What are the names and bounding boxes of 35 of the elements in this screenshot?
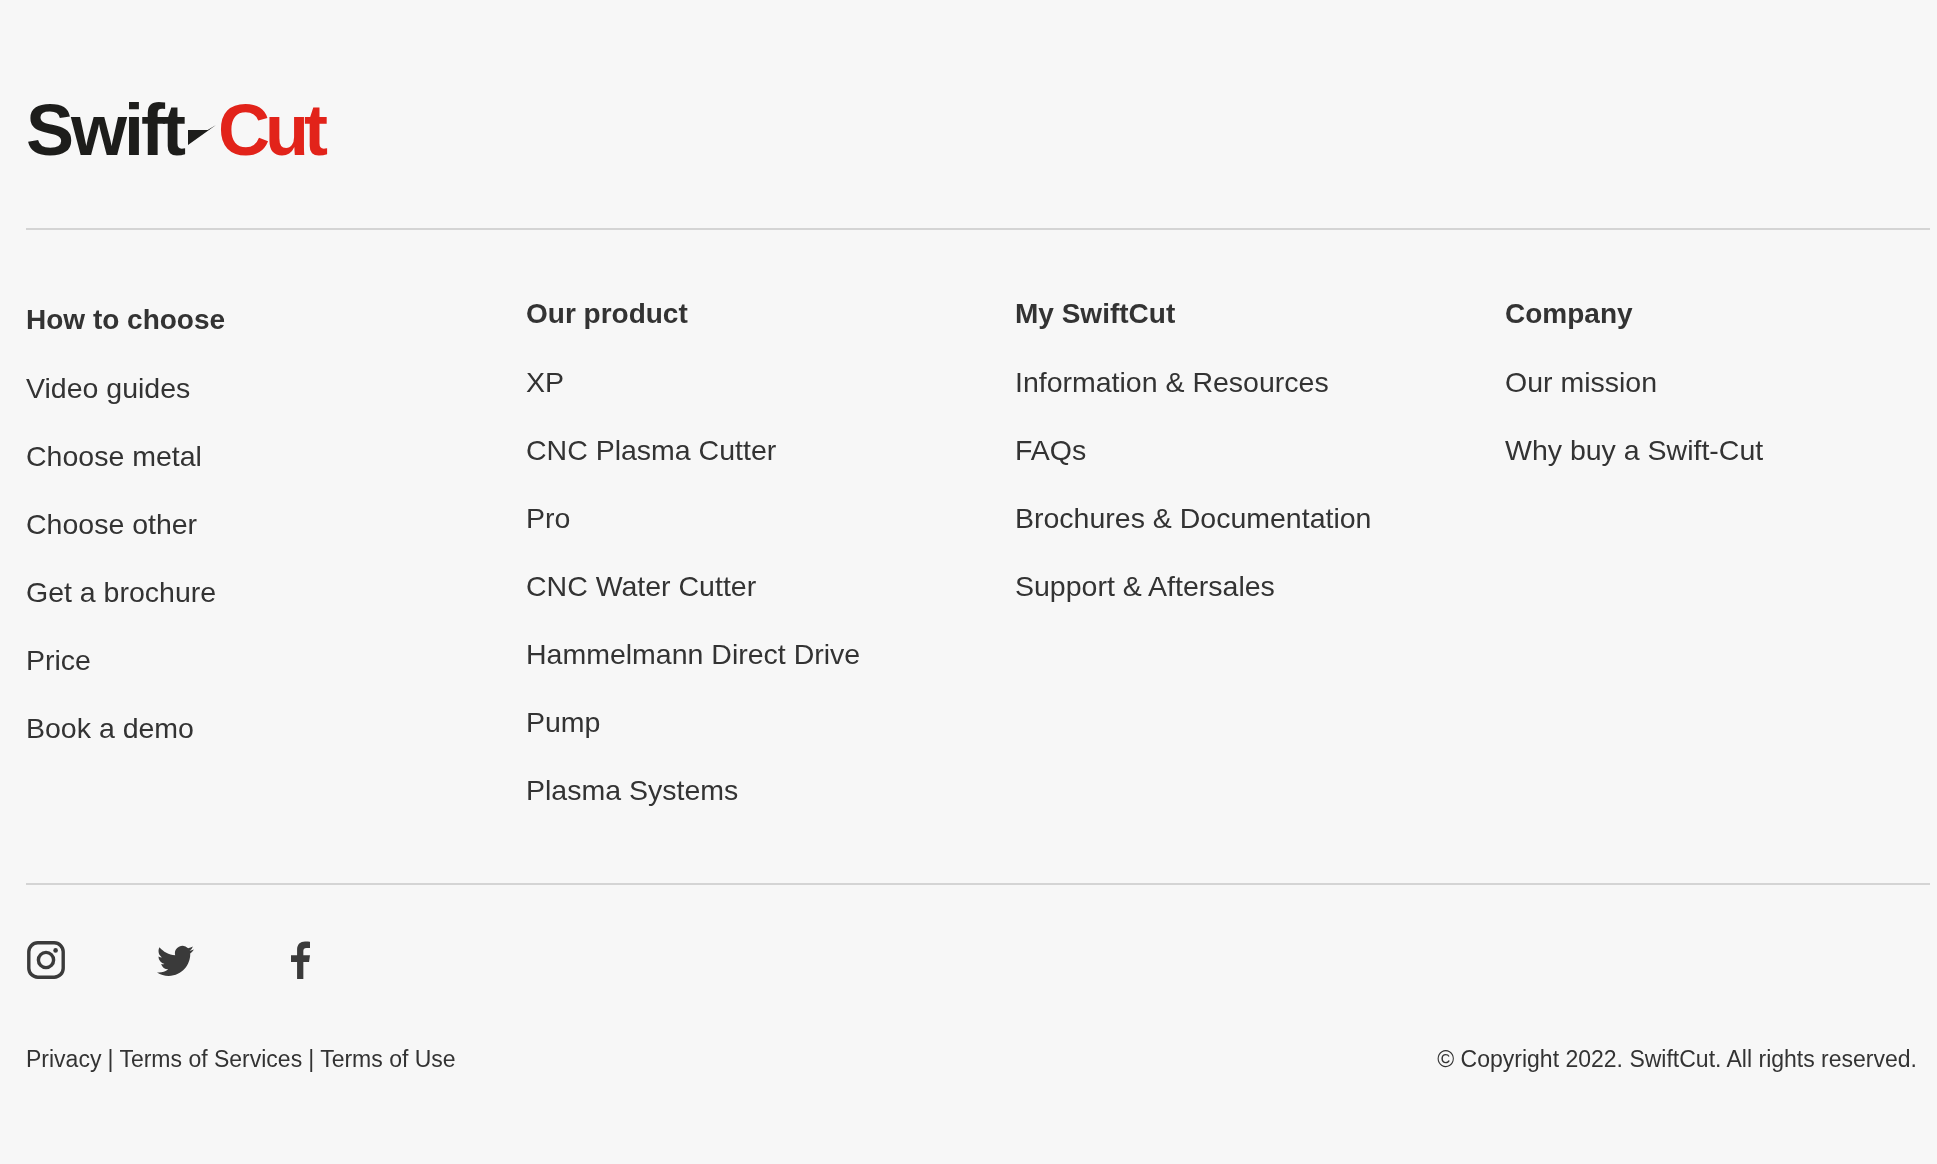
footer-link[interactable]: Plasma Systems (526, 774, 739, 806)
footer-link[interactable]: Information & Resources (1015, 366, 1329, 398)
legal-link[interactable]: Terms of Services (119, 1046, 303, 1072)
column-heading: My SwiftCut (1015, 298, 1176, 330)
footer-link[interactable]: Choose other (26, 508, 198, 540)
footer-link[interactable]: Our mission (1505, 366, 1658, 398)
copyright-text: © Copyright 2022. SwiftCut. All rights reserved. (1437, 1046, 1917, 1072)
legal-link[interactable]: Privacy (26, 1046, 102, 1072)
footer-link[interactable]: Brochures & Documentation (1015, 502, 1372, 534)
column-heading: How to choose (26, 304, 226, 336)
footer-link[interactable]: CNC Water Cutter (526, 570, 757, 602)
twitter-icon[interactable] (157, 944, 194, 976)
footer-link[interactable]: Book a demo (26, 712, 194, 744)
footer-link[interactable]: XP (526, 366, 565, 398)
logo-wedge-icon (188, 125, 216, 145)
footer-link[interactable]: Price (26, 644, 91, 676)
footer-link[interactable]: Hammelmann Direct Drive (526, 638, 861, 670)
footer-link[interactable]: FAQs (1015, 434, 1087, 466)
facebook-icon[interactable] (291, 941, 310, 979)
footer-link[interactable]: Video guides (26, 372, 191, 404)
column-heading: Company (1505, 298, 1633, 330)
logo-text: Swift (26, 94, 183, 166)
footer-link[interactable]: Pump (526, 706, 601, 738)
legal-link[interactable]: Terms of Use (320, 1046, 456, 1072)
link-separator: | (107, 1046, 114, 1072)
footer-link[interactable]: Pro (526, 502, 571, 534)
footer-link[interactable]: CNC Plasma Cutter (526, 434, 777, 466)
link-separator: | (308, 1046, 315, 1072)
column-heading: Our product (526, 298, 688, 330)
footer-link[interactable]: Support & Aftersales (1015, 570, 1275, 602)
footer-link[interactable]: Choose metal (26, 440, 202, 472)
footer-link[interactable]: Why buy a Swift-Cut (1505, 434, 1764, 466)
logo-text: Cut (218, 94, 323, 166)
footer-link[interactable]: Get a brochure (26, 576, 217, 608)
instagram-icon[interactable] (27, 941, 65, 979)
